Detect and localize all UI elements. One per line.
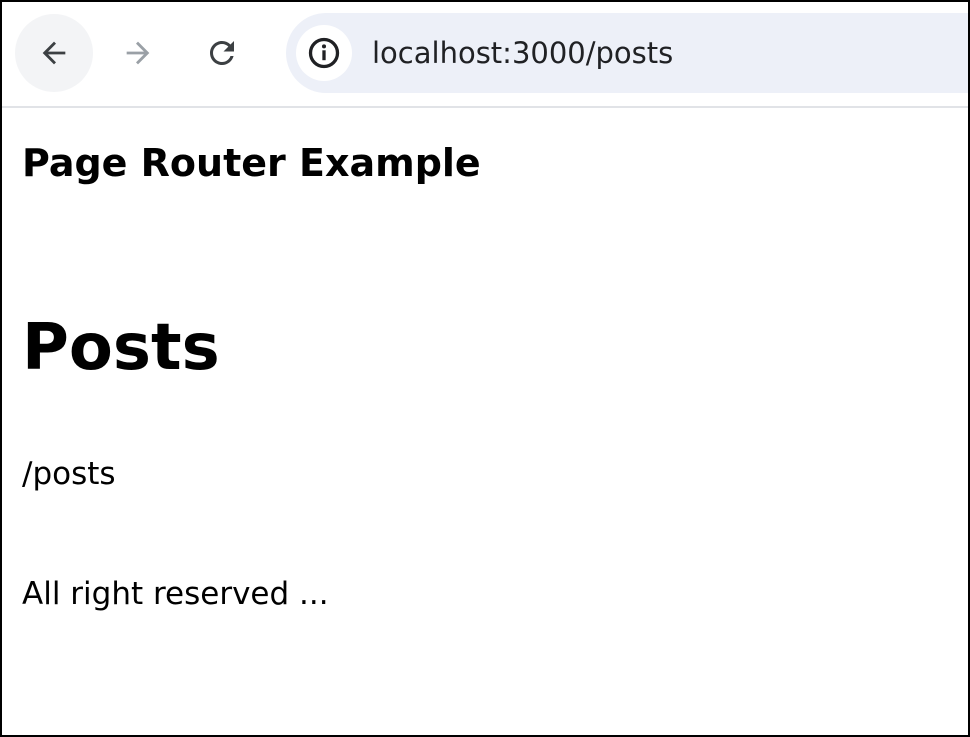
browser-toolbar: localhost:3000/posts [2, 2, 968, 108]
reload-icon [210, 41, 234, 65]
site-header: Page Router Example [22, 141, 481, 185]
arrow-left-icon [42, 41, 66, 65]
browser-window: localhost:3000/posts Page Router Example… [0, 0, 970, 737]
route-path: /posts [22, 456, 116, 492]
info-icon [308, 37, 340, 69]
address-bar[interactable]: localhost:3000/posts [286, 13, 968, 93]
footer-text: All right reserved ... [22, 576, 329, 612]
page-title: Posts [22, 311, 220, 385]
back-button[interactable] [15, 14, 93, 92]
url-text[interactable]: localhost:3000/posts [372, 13, 673, 93]
forward-button[interactable] [99, 14, 177, 92]
reload-button[interactable] [183, 14, 261, 92]
site-info-button[interactable] [296, 25, 352, 81]
arrow-right-icon [126, 41, 150, 65]
